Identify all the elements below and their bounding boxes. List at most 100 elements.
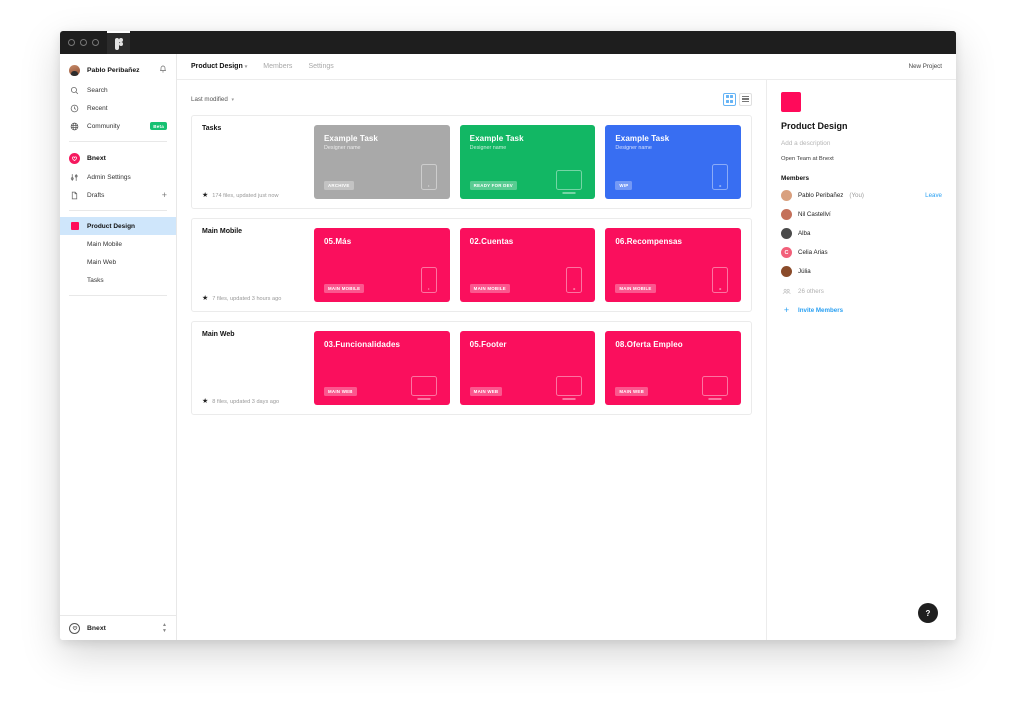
sidebar-item-product-design[interactable]: Product Design [60, 217, 176, 235]
chevron-updown-icon[interactable]: ▲ ▼ [162, 622, 167, 634]
plus-icon: + [783, 305, 790, 315]
sidebar-item-label: Product Design [87, 222, 136, 230]
member-row[interactable]: Alba [781, 228, 942, 239]
topbar: Product Design ▾ Members Settings New Pro… [177, 54, 956, 80]
other-members-row[interactable]: 26 others [781, 286, 942, 297]
sidebar-item-main-web[interactable]: Main Web [60, 253, 176, 271]
sidebar-item-label: Search [87, 86, 108, 94]
sidebar-team-bnext[interactable]: Bnext [60, 148, 176, 168]
file-card[interactable]: 03.Funcionalidades MAIN WEB [314, 331, 450, 405]
bell-icon[interactable] [159, 65, 167, 75]
section-cards: 03.Funcionalidades MAIN WEB 05.Footer MA… [314, 331, 742, 405]
file-card-badge: MAIN MOBILE [469, 284, 510, 293]
sidebar-user[interactable]: Pablo Peribañez [60, 59, 176, 81]
section-files-label: 174 files, updated just now [212, 192, 279, 199]
star-icon[interactable]: ★ [202, 398, 208, 405]
sidebar-item-admin-settings[interactable]: Admin Settings [60, 168, 176, 186]
monitor-icon [410, 376, 437, 396]
phone-icon [712, 164, 729, 190]
file-card[interactable]: 05.Más MAIN MOBILE [314, 228, 450, 302]
file-card-title: 05.Footer [469, 340, 507, 349]
avatar: C [781, 247, 792, 258]
file-card-subtitle: Designer name [469, 145, 507, 151]
sidebar-item-drafts[interactable]: Drafts + [60, 186, 176, 204]
clock-icon [69, 103, 80, 114]
file-card[interactable]: 05.Footer MAIN WEB [459, 331, 596, 405]
tab-settings[interactable]: Settings [308, 63, 333, 70]
star-icon[interactable]: ★ [202, 295, 208, 302]
file-card-subtitle: Designer name [324, 145, 361, 151]
avatar [781, 209, 792, 220]
file-card[interactable]: Example Task Designer name WIP [605, 125, 742, 199]
project-section: Main Mobile ★ 7 files, updated 3 hours a… [191, 218, 752, 312]
section-cards: 05.Más MAIN MOBILE 02.Cuentas MAIN MOBIL… [314, 228, 742, 302]
member-row[interactable]: Júlia [781, 266, 942, 277]
tab-label: Product Design [191, 63, 243, 70]
figma-icon [114, 37, 123, 50]
section-files-label: 7 files, updated 3 hours ago [212, 295, 282, 302]
star-icon[interactable]: ★ [202, 192, 208, 199]
monitor-icon [556, 170, 583, 190]
file-card-badge: READY FOR DEV [469, 181, 517, 190]
member-row[interactable]: C Celia Arias [781, 247, 942, 258]
sidebar-item-search[interactable]: Search [60, 81, 176, 99]
project-section: Main Web ★ 8 files, updated 3 days ago 0… [191, 321, 752, 415]
sidebar-scroll: Pablo Peribañez Search Recent Community … [60, 54, 176, 615]
file-card[interactable]: 02.Cuentas MAIN MOBILE [459, 228, 596, 302]
file-card[interactable]: 08.Oferta Empleo MAIN WEB [605, 331, 742, 405]
member-name: Celia Arias [798, 249, 828, 256]
section-meta: Main Web ★ 8 files, updated 3 days ago [202, 331, 314, 405]
sidebar-item-recent[interactable]: Recent [60, 99, 176, 117]
other-members-label: 26 others [798, 288, 824, 295]
bnext-logo-icon [69, 622, 80, 634]
maximize-icon[interactable] [92, 39, 99, 46]
monitor-icon [556, 376, 583, 396]
file-card[interactable]: Example Task Designer name ARCHIVE [314, 125, 450, 199]
sidebar-divider [69, 210, 167, 211]
chevron-down-icon: ▾ [231, 96, 235, 103]
add-draft-button[interactable]: + [162, 190, 167, 200]
tab-members[interactable]: Members [263, 63, 292, 70]
file-card-title: Example Task [469, 134, 524, 143]
sidebar-item-main-mobile[interactable]: Main Mobile [60, 235, 176, 253]
details-panel: Product Design Add a description Open Te… [766, 80, 956, 640]
list-view-icon[interactable] [739, 92, 752, 106]
minimize-icon[interactable] [80, 39, 87, 46]
file-card[interactable]: Example Task Designer name READY FOR DEV [459, 125, 596, 199]
sort-dropdown[interactable]: Last modified ▾ [191, 96, 234, 103]
section-files-label: 8 files, updated 3 days ago [212, 398, 280, 405]
close-icon[interactable] [68, 39, 75, 46]
figma-tab[interactable] [107, 31, 130, 54]
file-card-title: Example Task [324, 134, 378, 143]
member-row[interactable]: Nil Castellví [781, 209, 942, 220]
description-field[interactable]: Add a description [781, 140, 942, 147]
file-card-badge: MAIN WEB [324, 387, 357, 396]
avatar [781, 266, 792, 277]
help-button[interactable]: ? [918, 603, 938, 623]
grid-view-icon[interactable] [723, 92, 736, 106]
bnext-logo-icon [69, 152, 80, 164]
avatar [781, 228, 792, 239]
sidebar-footer-team-switcher[interactable]: Bnext ▲ ▼ [60, 615, 176, 640]
sidebar-item-label: Main Web [87, 258, 117, 266]
phone-icon [420, 164, 437, 190]
sidebar-user-label: Pablo Peribañez [87, 66, 140, 74]
traffic-lights [60, 31, 107, 54]
sidebar-item-label: Tasks [87, 276, 104, 284]
app-window: Pablo Peribañez Search Recent Community … [60, 31, 956, 640]
member-name: Pablo Peribañez [798, 192, 844, 199]
chevron-down-icon[interactable]: ▾ [245, 64, 248, 70]
sidebar-item-label: Main Mobile [87, 240, 123, 248]
file-card-title: 05.Más [324, 237, 352, 246]
member-name: Alba [798, 230, 811, 237]
sidebar-item-community[interactable]: Community Beta [60, 117, 176, 135]
invite-members-button[interactable]: + Invite Members [781, 306, 942, 315]
new-project-button[interactable]: New Project [909, 63, 942, 70]
member-row[interactable]: Pablo Peribañez (You) Leave [781, 190, 942, 201]
file-card[interactable]: 06.Recompensas MAIN MOBILE [605, 228, 742, 302]
leave-button[interactable]: Leave [925, 192, 942, 199]
tab-product-design[interactable]: Product Design ▾ [191, 63, 247, 70]
open-team-link[interactable]: Open Team at Bnext [781, 156, 942, 162]
section-files: ★ 8 files, updated 3 days ago [202, 398, 314, 405]
sidebar-item-tasks[interactable]: Tasks [60, 271, 176, 289]
